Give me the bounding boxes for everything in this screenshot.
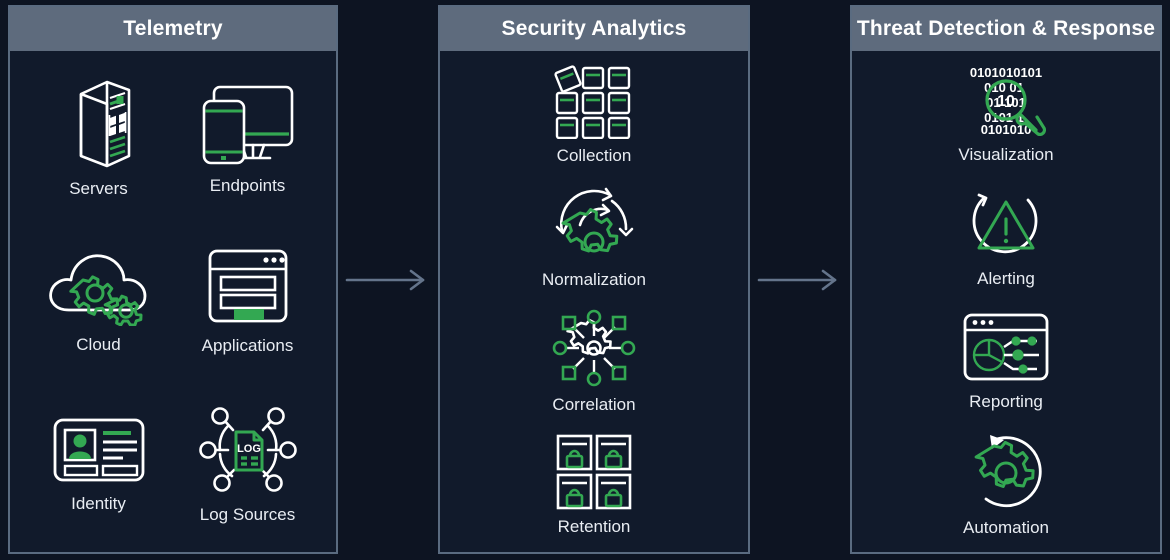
svg-text:LOG: LOG — [237, 443, 261, 455]
item-visualization[interactable]: 0101010101 010 01 01 101 0101 1 0101010 — [862, 53, 1150, 176]
item-alerting[interactable]: Alerting — [862, 176, 1150, 299]
item-label: Endpoints — [209, 176, 286, 196]
item-cloud[interactable]: Cloud — [24, 219, 173, 383]
item-label: Cloud — [76, 334, 121, 354]
server-rack-icon — [59, 74, 139, 170]
item-label: Retention — [557, 516, 631, 536]
id-card-icon — [51, 415, 147, 485]
panel-body-threat-detection-response: 0101010101 010 01 01 101 0101 1 0101010 — [852, 51, 1160, 552]
report-dashboard-icon — [961, 311, 1051, 385]
panel-body-telemetry: Servers Endpoints Cloud Applications Ide… — [10, 51, 336, 552]
panel-security-analytics: Security Analytics Collection Normalizat… — [438, 5, 750, 554]
item-normalization[interactable]: Normalization — [450, 176, 738, 299]
item-correlation[interactable]: Correlation — [450, 300, 738, 423]
item-retention[interactable]: Retention — [450, 423, 738, 546]
item-automation[interactable]: Automation — [862, 423, 1150, 546]
panel-telemetry: Telemetry Servers Endpoints Cloud Applic… — [8, 5, 338, 554]
log-network-icon: LOG — [198, 404, 298, 496]
item-report-dashboard[interactable]: Reporting — [862, 300, 1150, 423]
panel-body-security-analytics: Collection Normalization Correlation Ret… — [440, 51, 748, 552]
pipeline-diagram: Telemetry Servers Endpoints Cloud Applic… — [0, 0, 1170, 560]
gear-cycle-icon — [550, 185, 638, 263]
item-label: Servers — [69, 179, 128, 199]
item-label: Automation — [963, 517, 1049, 537]
item-label: Visualization — [958, 145, 1054, 165]
monitor-phone-icon — [196, 77, 300, 167]
item-label: Correlation — [552, 394, 636, 414]
warning-triangle-icon — [965, 186, 1047, 262]
node-network-gear-icon — [551, 308, 637, 388]
arrow-telemetry-to-analytics — [338, 0, 438, 560]
panel-header-threat-detection-response: Threat Detection & Response — [852, 7, 1160, 51]
item-label: Alerting — [977, 269, 1035, 289]
item-collection[interactable]: Collection — [450, 53, 738, 176]
item-applications[interactable]: Applications — [173, 219, 322, 383]
item-servers[interactable]: Servers — [24, 55, 173, 219]
item-label: Applications — [201, 335, 294, 355]
svg-text:0101010101: 0101010101 — [970, 65, 1042, 80]
binary-magnifier-icon: 0101010101 010 01 01 101 0101 1 0101010 — [956, 64, 1056, 138]
item-endpoints[interactable]: Endpoints — [173, 55, 322, 219]
item-log-sources[interactable]: LOG Log Sources — [173, 382, 322, 546]
item-label: Collection — [556, 146, 632, 166]
item-label: Log Sources — [199, 504, 296, 524]
automation-gear-icon — [964, 431, 1048, 511]
svg-text:10: 10 — [997, 93, 1015, 110]
item-label: Normalization — [542, 270, 646, 290]
arrow-analytics-to-response — [750, 0, 850, 560]
application-window-icon — [204, 245, 292, 327]
item-label: Identity — [71, 493, 126, 513]
panel-header-telemetry: Telemetry — [10, 7, 336, 51]
panel-header-security-analytics: Security Analytics — [440, 7, 748, 51]
locked-archive-icon — [554, 432, 634, 510]
grid-collection-icon — [553, 63, 635, 140]
item-label: Reporting — [969, 391, 1043, 411]
panel-threat-detection-response: Threat Detection & Response 0101010101 0… — [850, 5, 1162, 554]
cloud-gears-icon — [45, 246, 153, 327]
item-identity[interactable]: Identity — [24, 382, 173, 546]
